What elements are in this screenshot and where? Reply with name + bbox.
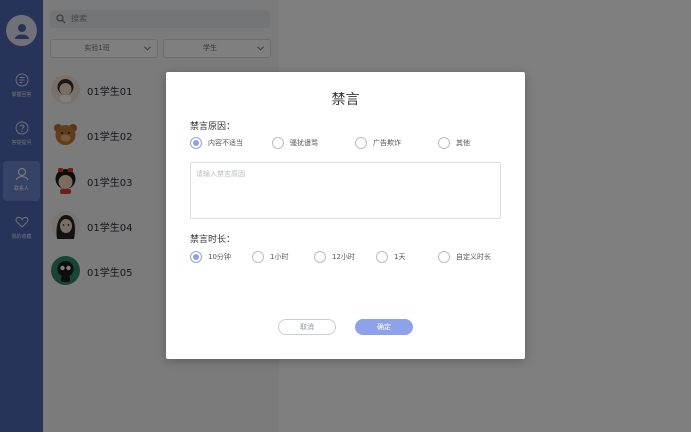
radio-icon [355,137,367,149]
reason-option-other[interactable]: 其他 [438,136,470,150]
cancel-button[interactable]: 取消 [278,319,336,335]
app-window: 掌握回答 答疑提问 联系人 我的收藏 [0,0,691,432]
duration-option-label: 1天 [394,253,406,261]
confirm-button[interactable]: 确定 [355,319,413,335]
reason-option-harassment[interactable]: 骚扰谩骂 [272,136,318,150]
reason-option-label: 其他 [456,139,470,147]
reason-option-inappropriate[interactable]: 内容不适当 [190,136,243,150]
radio-icon [438,251,450,263]
radio-icon [314,251,326,263]
duration-option-label: 10分钟 [208,253,231,261]
radio-icon [252,251,264,263]
reason-option-label: 内容不适当 [208,139,243,147]
radio-icon [272,137,284,149]
reason-option-ad-fraud[interactable]: 广告欺诈 [355,136,401,150]
radio-icon [376,251,388,263]
duration-option-label: 自定义时长 [456,253,491,261]
duration-option-label: 1小时 [270,253,289,261]
reason-section-label: 禁言原因： [190,122,236,132]
reason-placeholder: 请输入禁言原因 [196,170,245,178]
reason-option-label: 骚扰谩骂 [290,139,318,147]
duration-option-label: 12小时 [332,253,355,261]
radio-icon [438,137,450,149]
duration-option-10min[interactable]: 10分钟 [190,250,231,264]
duration-option-12hours[interactable]: 12小时 [314,250,355,264]
duration-option-custom[interactable]: 自定义时长 [438,250,491,264]
dialog-title: 禁言 [331,92,360,108]
duration-section-label: 禁言时长： [190,235,236,245]
mute-dialog: 禁言 禁言原因： 内容不适当 骚扰谩骂 广告欺诈 其他 请输入禁言原因 禁言时长… [166,72,525,359]
reason-option-label: 广告欺诈 [373,139,401,147]
radio-selected-icon [190,137,202,149]
duration-option-1day[interactable]: 1天 [376,250,405,264]
radio-selected-icon [190,251,202,263]
duration-option-1hour[interactable]: 1小时 [252,250,288,264]
reason-textarea[interactable]: 请输入禁言原因 [190,162,501,219]
